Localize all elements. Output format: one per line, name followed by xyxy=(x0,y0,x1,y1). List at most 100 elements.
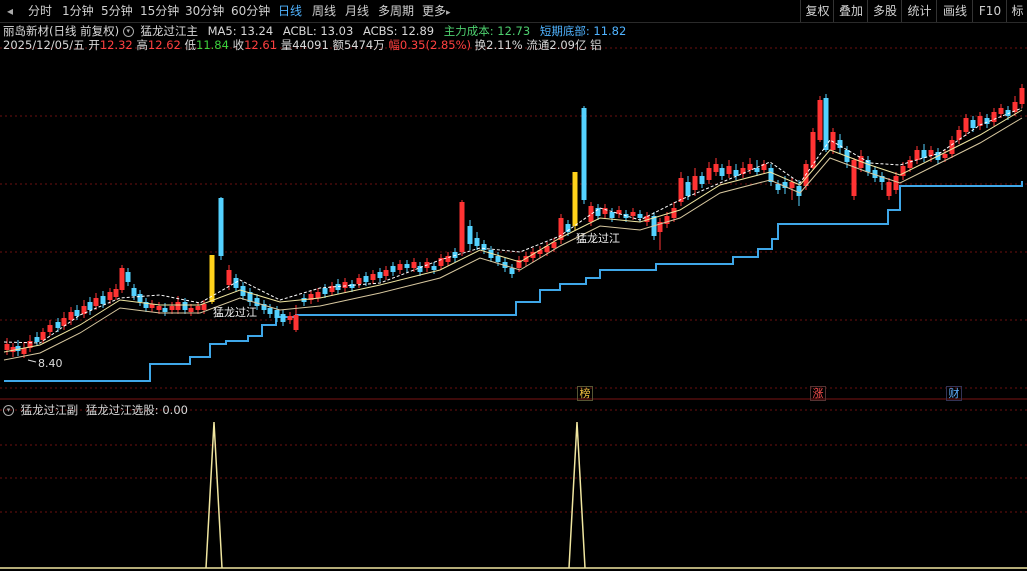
candle-body xyxy=(107,292,113,300)
volume-value: 44091 xyxy=(292,38,329,52)
candle-body xyxy=(431,266,437,270)
high-label: 高 xyxy=(136,38,148,52)
candle-body xyxy=(678,178,684,202)
change-value: 0.35(2.85%) xyxy=(399,38,472,52)
candle-body xyxy=(267,308,273,314)
candle-body xyxy=(789,182,795,188)
signal-label: 猛龙过江 xyxy=(576,232,620,245)
candle-body xyxy=(349,284,355,288)
candle-body xyxy=(685,182,691,196)
candle-body xyxy=(928,150,934,156)
amount-value: 5474万 xyxy=(343,38,385,52)
candle-body xyxy=(796,186,802,196)
candle-body xyxy=(602,208,608,214)
candle-body xyxy=(4,344,10,350)
turnover-label: 换 xyxy=(474,38,487,52)
candle-body xyxy=(671,208,677,218)
indicator-name[interactable]: 猛龙过江主 xyxy=(140,24,198,38)
settings-circle-icon[interactable]: ▾ xyxy=(122,26,134,37)
sector-name[interactable]: 铝 xyxy=(590,38,602,52)
candle-body xyxy=(747,164,753,170)
candle-body xyxy=(169,306,175,310)
candle-body xyxy=(315,292,321,298)
event-marker-finance[interactable]: 财 xyxy=(946,386,962,401)
candle-body xyxy=(370,274,376,280)
open-value: 12.32 xyxy=(99,38,133,52)
candle-body xyxy=(699,176,705,184)
candle-body xyxy=(1019,88,1025,104)
float-label: 流通 xyxy=(526,38,550,52)
candle-body xyxy=(588,206,594,222)
candle-body xyxy=(201,304,207,310)
candle-body xyxy=(233,278,239,288)
open-label: 开 xyxy=(88,38,100,52)
candle-body xyxy=(34,337,40,342)
candle-body xyxy=(775,184,781,190)
candle-body xyxy=(377,272,383,278)
close-value: 12.61 xyxy=(244,38,278,52)
candle-body xyxy=(383,270,389,276)
sub-selection-value: 猛龙过江选股: 0.00 xyxy=(85,403,188,417)
candle-body xyxy=(74,310,80,316)
candle-body xyxy=(280,314,286,322)
ma5-value: MA5: 13.24 xyxy=(207,24,274,38)
main-cost-value: 主力成本: 12.73 xyxy=(443,24,531,38)
candle-body xyxy=(495,256,501,262)
candle-body xyxy=(47,325,53,332)
candle-body xyxy=(581,108,587,200)
short-bottom-value: 短期底部: 11.82 xyxy=(539,24,627,38)
candle-body xyxy=(93,298,99,306)
main-indicator-header: 丽岛新材(日线 前复权) ▾ 猛龙过江主 MA5: 13.24 ACBL: 13… xyxy=(3,24,626,38)
candle-body xyxy=(1012,102,1018,112)
candle-body xyxy=(274,310,280,318)
candle-body xyxy=(119,268,125,290)
acbs-value: ACBS: 12.89 xyxy=(362,24,435,38)
candle-body xyxy=(287,316,293,320)
candle-body xyxy=(706,168,712,180)
signal-spike xyxy=(205,421,223,569)
candle-body xyxy=(851,160,857,196)
ma-line-2 xyxy=(3,117,1023,361)
candle-body xyxy=(125,272,131,282)
turnover-value: 2.11% xyxy=(486,38,523,52)
candle-body xyxy=(182,302,188,310)
candle-body xyxy=(356,278,362,284)
quote-summary: 2025/12/05/五 开12.32 高12.62 低11.84 收12.61… xyxy=(3,38,602,52)
candle-body xyxy=(509,268,515,274)
low-price-label: 8.40 xyxy=(38,357,63,370)
candle-body xyxy=(914,150,920,160)
candle-body xyxy=(87,302,93,310)
candle-body xyxy=(113,289,119,297)
candle-body xyxy=(713,164,719,172)
candle-body xyxy=(830,132,836,150)
candle-body xyxy=(363,276,369,282)
candle-body xyxy=(293,315,299,330)
candle-body xyxy=(404,264,410,268)
candle-body xyxy=(55,322,61,328)
candle-body xyxy=(963,118,969,132)
low-value: 11.84 xyxy=(196,38,229,52)
low-price-pointer xyxy=(27,359,37,363)
candle-body xyxy=(335,284,341,290)
candle-body xyxy=(156,306,162,310)
volume-label: 量 xyxy=(280,38,293,52)
event-marker-list[interactable]: 榜 xyxy=(577,386,593,401)
candle-body xyxy=(637,214,643,218)
candle-body xyxy=(886,182,892,196)
sub-indicator-name[interactable]: 猛龙过江副 xyxy=(21,403,79,417)
change-label: 幅 xyxy=(388,38,400,52)
candle-body xyxy=(817,100,823,140)
candle-body xyxy=(991,112,997,122)
event-marker-limit-up[interactable]: 涨 xyxy=(810,386,826,401)
candle-body xyxy=(630,212,636,216)
candle-body xyxy=(609,212,615,218)
candle-body xyxy=(754,168,760,172)
candle-body xyxy=(823,98,829,150)
candle-body xyxy=(68,312,74,320)
close-label: 收 xyxy=(232,38,245,52)
settings-circle-icon[interactable]: ▾ xyxy=(3,405,14,416)
candle-body xyxy=(719,168,725,176)
acbl-value: ACBL: 13.03 xyxy=(282,24,354,38)
kline-chart[interactable] xyxy=(0,0,1027,571)
candle-body xyxy=(162,308,168,312)
